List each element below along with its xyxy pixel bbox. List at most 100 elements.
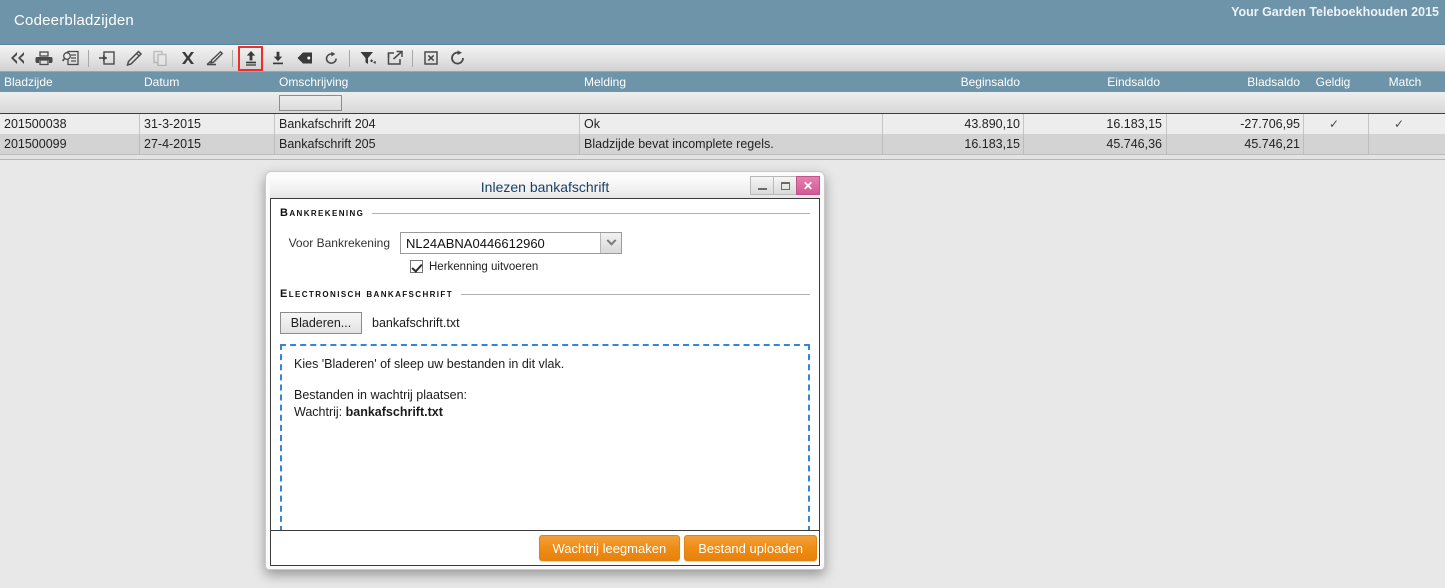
- selected-file-label: bankafschrift.txt: [372, 316, 460, 330]
- upload-icon[interactable]: [238, 45, 263, 71]
- highlight-icon[interactable]: [201, 46, 228, 71]
- cell-beginsaldo: 43.890,10: [964, 117, 1020, 131]
- column-header-omschrijving[interactable]: Omschrijving: [279, 72, 348, 92]
- open-external-icon[interactable]: [381, 46, 408, 71]
- dropzone-queue-title: Bestanden in wachtrij plaatsen:: [294, 388, 468, 402]
- grid-header-row: Bladzijde Datum Omschrijving Melding Beg…: [0, 72, 1445, 92]
- column-divider: [139, 114, 140, 134]
- legend-label: Bankrekening: [280, 207, 365, 219]
- delete-icon[interactable]: [174, 46, 201, 71]
- page-title: Codeerbladzijden: [14, 12, 134, 29]
- herkenning-checkbox-label: Herkenning uitvoeren: [429, 260, 539, 273]
- cell-bladsaldo: -27.706,95: [1240, 117, 1300, 131]
- cell-eindsaldo: 45.746,36: [1106, 137, 1162, 151]
- column-header-melding[interactable]: Melding: [584, 72, 626, 92]
- cell-datum: 31-3-2015: [144, 117, 201, 131]
- column-divider: [1166, 134, 1167, 154]
- refresh-undo-icon[interactable]: [318, 46, 345, 71]
- application-window: Codeerbladzijden Your Garden Teleboekhou…: [0, 0, 1445, 588]
- toolbar-separator: [232, 49, 233, 67]
- file-dropzone[interactable]: Kies 'Bladeren' of sleep uw bestanden in…: [280, 344, 810, 532]
- cell-omschrijving: Bankafschrift 204: [279, 117, 376, 131]
- cell-omschrijving: Bankafschrift 205: [279, 137, 376, 151]
- main-toolbar: [0, 45, 1445, 72]
- company-label: Your Garden Teleboekhouden 2015: [1231, 5, 1439, 19]
- inlezen-bankafschrift-dialog: Inlezen bankafschrift ✕ Bankrekening Voo…: [265, 171, 825, 570]
- bankrekening-field-row: Voor Bankrekening NL24ABNA0446612960: [280, 232, 810, 254]
- wachtrij-leegmaken-button[interactable]: Wachtrij leegmaken: [538, 535, 681, 561]
- minimize-button[interactable]: [750, 176, 774, 195]
- column-header-geldig[interactable]: Geldig: [1303, 72, 1363, 92]
- cell-geldig: [1303, 134, 1365, 154]
- maximize-icon: [780, 181, 790, 190]
- column-header-datum[interactable]: Datum: [144, 72, 179, 92]
- grid-filter-row: [0, 92, 1445, 114]
- column-divider: [1023, 134, 1024, 154]
- bankrekening-select[interactable]: NL24ABNA0446612960: [400, 232, 622, 254]
- filter-icon[interactable]: [354, 46, 381, 71]
- close-button[interactable]: ✕: [796, 176, 820, 195]
- cell-beginsaldo: 16.183,15: [964, 137, 1020, 151]
- print-icon[interactable]: [30, 46, 57, 71]
- column-divider: [579, 114, 580, 134]
- download-icon[interactable]: [264, 46, 291, 71]
- column-divider: [1166, 114, 1167, 134]
- column-header-match[interactable]: Match: [1375, 72, 1435, 92]
- table-row[interactable]: 201500099 27-4-2015 Bankafschrift 205 Bl…: [0, 134, 1445, 154]
- column-divider: [139, 134, 140, 154]
- legend-label: Electronisch bankafschrift: [280, 288, 454, 300]
- column-divider: [274, 134, 275, 154]
- edit-icon[interactable]: [120, 46, 147, 71]
- reload-icon[interactable]: [444, 46, 471, 71]
- first-page-icon[interactable]: [3, 46, 30, 71]
- chevron-down-icon[interactable]: [600, 233, 621, 253]
- column-header-eindsaldo[interactable]: Eindsaldo: [1020, 72, 1160, 92]
- cell-match: [1368, 134, 1430, 154]
- grid-bottom-filler: [0, 155, 1445, 160]
- column-divider: [579, 134, 580, 154]
- cell-melding: Ok: [584, 117, 600, 131]
- dropzone-queue-prefix: Wachtrij:: [294, 405, 346, 419]
- cell-bladsaldo: 45.746,21: [1244, 137, 1300, 151]
- column-header-bladsaldo[interactable]: Bladsaldo: [1160, 72, 1300, 92]
- minimize-icon: [757, 187, 767, 190]
- column-divider: [882, 114, 883, 134]
- dropzone-instruction: Kies 'Bladeren' of sleep uw bestanden in…: [294, 357, 565, 371]
- column-header-beginsaldo[interactable]: Beginsaldo: [860, 72, 1020, 92]
- column-header-bladzijde[interactable]: Bladzijde: [4, 72, 53, 92]
- dropzone-spacer: [294, 373, 796, 387]
- dropzone-queue-row: Wachtrij: bankafschrift.txt: [294, 404, 796, 421]
- section-legend-afschrift: Electronisch bankafschrift: [280, 288, 810, 300]
- dialog-body: Bankrekening Voor Bankrekening NL24ABNA0…: [270, 198, 820, 532]
- add-record-icon[interactable]: [93, 46, 120, 71]
- copy-icon[interactable]: [147, 46, 174, 71]
- cell-geldig: ✓: [1328, 117, 1340, 131]
- cell-melding: Bladzijde bevat incomplete regels.: [584, 137, 774, 151]
- bestand-uploaden-button[interactable]: Bestand uploaden: [684, 535, 817, 561]
- browse-row: Bladeren... bankafschrift.txt: [280, 312, 810, 334]
- cell-match: ✓: [1393, 117, 1405, 131]
- toolbar-separator: [412, 49, 413, 67]
- export-excel-icon[interactable]: [417, 46, 444, 71]
- table-row[interactable]: 201500038 31-3-2015 Bankafschrift 204 Ok…: [0, 114, 1445, 134]
- dialog-title: Inlezen bankafschrift: [480, 179, 610, 195]
- section-legend-bankrekening: Bankrekening: [280, 207, 810, 219]
- bladeren-button[interactable]: Bladeren...: [280, 312, 362, 334]
- herkenning-checkbox[interactable]: [410, 260, 423, 273]
- bankrekening-selected-value: NL24ABNA0446612960: [406, 235, 545, 251]
- cell-bladzijde: 201500099: [4, 137, 67, 151]
- print-preview-icon[interactable]: [57, 46, 84, 71]
- legend-rule: [461, 293, 810, 295]
- dialog-footer: Wachtrij leegmaken Bestand uploaden: [270, 530, 820, 566]
- cell-eindsaldo: 16.183,15: [1106, 117, 1162, 131]
- tag-icon[interactable]: [291, 46, 318, 71]
- maximize-button[interactable]: [773, 176, 797, 195]
- bankrekening-label: Voor Bankrekening: [288, 236, 390, 250]
- omschrijving-filter-input[interactable]: [279, 95, 342, 111]
- toolbar-separator: [349, 49, 350, 67]
- window-controls: ✕: [750, 176, 820, 195]
- legend-rule: [372, 212, 810, 214]
- column-divider: [1023, 114, 1024, 134]
- dropzone-queue-filename: bankafschrift.txt: [345, 405, 443, 419]
- herkenning-checkbox-row[interactable]: Herkenning uitvoeren: [410, 260, 810, 273]
